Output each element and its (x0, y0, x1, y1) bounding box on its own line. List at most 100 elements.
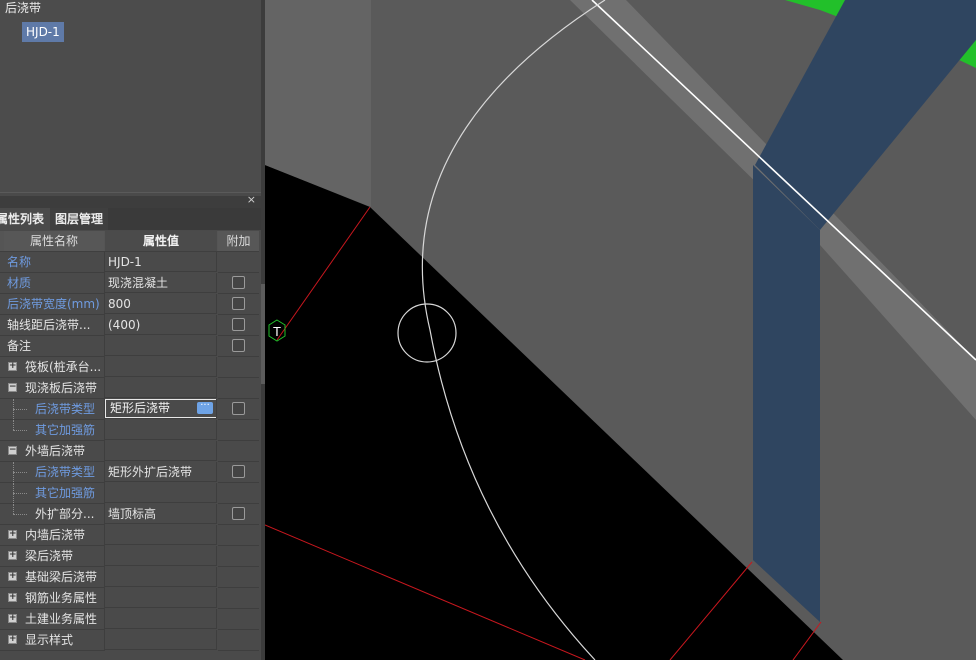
property-name-cell: + 显示样式 (0, 630, 105, 651)
property-name-cell: 后浇带类型 (0, 399, 105, 420)
property-value: 现浇混凝土 (108, 276, 169, 290)
property-name: 土建业务属性 (25, 612, 98, 626)
table-row[interactable]: − 外墙后浇带 (0, 441, 259, 462)
expand-icon[interactable]: + (8, 635, 17, 644)
property-name-cell: 轴线距后浇带... (0, 315, 105, 336)
property-value-cell[interactable] (105, 336, 217, 356)
property-name-cell: 备注 (0, 336, 105, 357)
table-row[interactable]: 轴线距后浇带... (400) (0, 315, 259, 336)
property-extra-cell (218, 357, 259, 378)
expand-icon[interactable]: + (8, 551, 17, 560)
tree-guide-horizontal (13, 430, 27, 431)
collapse-icon[interactable]: − (8, 383, 17, 392)
attach-checkbox[interactable] (232, 507, 245, 520)
table-row[interactable]: 名称 HJD-1 (0, 252, 259, 273)
tree-divider (0, 192, 261, 193)
table-row[interactable]: 后浇带类型 矩形后浇带 ··· (0, 399, 259, 420)
blue-beam-vertical (753, 165, 820, 622)
property-value-cell[interactable] (105, 525, 217, 545)
table-row[interactable]: 外扩部分... 墙顶标高 (0, 504, 259, 525)
expand-icon[interactable]: + (8, 593, 17, 602)
property-value-cell[interactable] (105, 546, 217, 566)
property-value-cell[interactable]: 800 (105, 294, 217, 314)
expand-icon[interactable]: + (8, 362, 17, 371)
column-header-name[interactable]: 属性名称 (4, 231, 104, 251)
property-value-cell[interactable]: (400) (105, 315, 217, 335)
property-name: 筏板(桩承台... (25, 360, 102, 374)
property-value-cell[interactable] (105, 567, 217, 587)
property-name-cell: − 外墙后浇带 (0, 441, 105, 462)
table-row[interactable]: 后浇带类型 矩形外扩后浇带 (0, 462, 259, 483)
property-value-cell[interactable] (105, 420, 217, 440)
table-row[interactable]: 其它加强筋 (0, 420, 259, 441)
more-options-icon[interactable]: ··· (197, 401, 213, 414)
expand-icon[interactable]: + (8, 530, 17, 539)
property-name-cell: 外扩部分... (0, 504, 105, 525)
property-value-cell[interactable]: HJD-1 (105, 252, 217, 272)
property-value-cell[interactable]: 矩形后浇带 ··· (105, 399, 217, 419)
property-name-cell: + 土建业务属性 (0, 609, 105, 630)
axis-marker-label: T (273, 324, 281, 339)
property-value-cell[interactable] (105, 441, 217, 461)
property-name-cell: + 筏板(桩承台... (0, 357, 105, 378)
property-extra-cell (218, 294, 259, 315)
drawing-viewport[interactable]: T (265, 0, 976, 660)
close-icon[interactable]: × (247, 193, 256, 206)
property-extra-cell (218, 336, 259, 357)
property-name-cell: 其它加强筋 (0, 483, 105, 504)
property-name: 后浇带类型 (35, 465, 96, 479)
property-value-cell[interactable] (105, 378, 217, 398)
column-header-value[interactable]: 属性值 (105, 231, 217, 251)
expand-icon[interactable]: + (8, 572, 17, 581)
attach-checkbox[interactable] (232, 402, 245, 415)
property-value-cell[interactable] (105, 483, 217, 503)
property-value-cell[interactable]: 矩形外扩后浇带 (105, 462, 217, 482)
property-name: 现浇板后浇带 (25, 381, 98, 395)
table-row[interactable]: + 筏板(桩承台... (0, 357, 259, 378)
table-row[interactable]: 后浇带宽度(mm) 800 (0, 294, 259, 315)
attach-checkbox[interactable] (232, 318, 245, 331)
attach-checkbox[interactable] (232, 276, 245, 289)
tree-root-label[interactable]: 后浇带 (5, 0, 41, 16)
table-row[interactable]: + 内墙后浇带 (0, 525, 259, 546)
property-value-cell[interactable] (105, 630, 217, 650)
property-extra-cell (218, 441, 259, 462)
property-value-cell[interactable]: 墙顶标高 (105, 504, 217, 524)
tab-layer-management[interactable]: 图层管理 (50, 208, 108, 230)
property-extra-cell (218, 609, 259, 630)
table-row[interactable]: + 显示样式 (0, 630, 259, 651)
table-row[interactable]: 材质 现浇混凝土 (0, 273, 259, 294)
tree-guide-vertical (13, 420, 14, 430)
property-name: 材质 (7, 276, 32, 290)
table-row[interactable]: − 现浇板后浇带 (0, 378, 259, 399)
column-header-extra[interactable]: 附加 (218, 231, 259, 251)
property-value-editor[interactable]: 矩形后浇带 ··· (105, 399, 216, 418)
property-extra-cell (218, 504, 259, 525)
tab-property-list[interactable]: 属性列表 (0, 208, 50, 230)
attach-checkbox[interactable] (232, 465, 245, 478)
property-value-cell[interactable]: 现浇混凝土 (105, 273, 217, 293)
table-row[interactable]: + 梁后浇带 (0, 546, 259, 567)
table-row[interactable]: + 土建业务属性 (0, 609, 259, 630)
property-extra-cell (218, 630, 259, 651)
property-value-cell[interactable] (105, 357, 217, 377)
attach-checkbox[interactable] (232, 339, 245, 352)
property-value-cell[interactable] (105, 609, 217, 629)
table-row[interactable]: 其它加强筋 (0, 483, 259, 504)
table-row[interactable]: + 基础梁后浇带 (0, 567, 259, 588)
property-value: 矩形后浇带 (110, 401, 171, 415)
property-extra-cell (218, 378, 259, 399)
property-name: 内墙后浇带 (25, 528, 86, 542)
attach-checkbox[interactable] (232, 297, 245, 310)
property-extra-cell (218, 546, 259, 567)
property-extra-cell (218, 252, 259, 273)
table-row[interactable]: 备注 (0, 336, 259, 357)
expand-icon[interactable]: + (8, 614, 17, 623)
property-value-cell[interactable] (105, 588, 217, 608)
collapse-icon[interactable]: − (8, 446, 17, 455)
property-extra-cell (218, 525, 259, 546)
tree-item-hjd-1[interactable]: HJD-1 (22, 22, 64, 42)
property-name: 名称 (7, 255, 32, 269)
property-value: 矩形外扩后浇带 (108, 465, 193, 479)
table-row[interactable]: + 钢筋业务属性 (0, 588, 259, 609)
